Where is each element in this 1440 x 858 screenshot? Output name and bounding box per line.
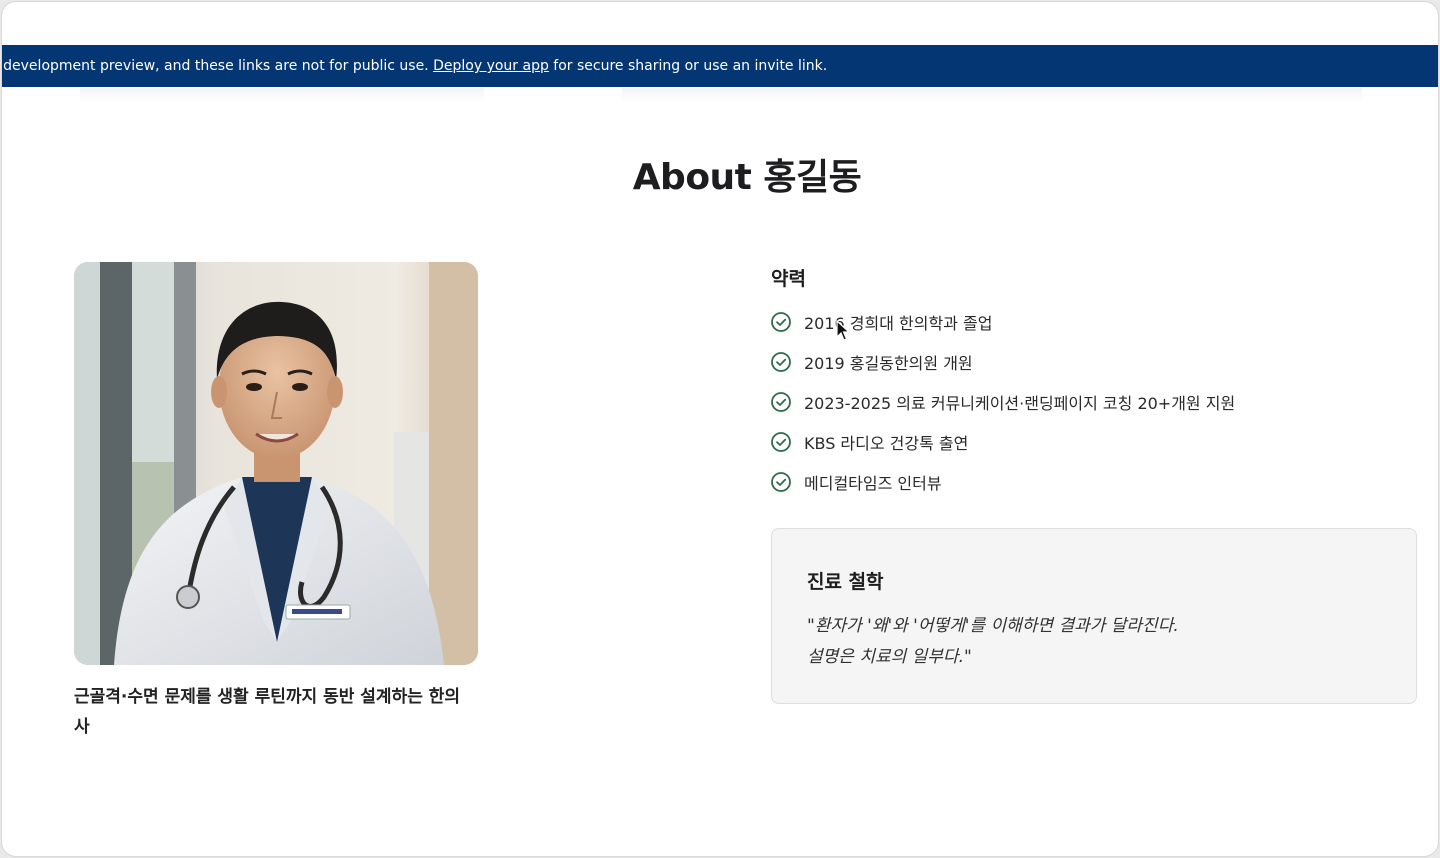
philosophy-quote-line: "환자가 '왜'와 '어떻게'를 이해하면 결과가 달라진다.	[807, 616, 1179, 636]
career-item-text: 2016 경희대 한의학과 졸업	[804, 314, 993, 333]
check-circle-icon	[770, 351, 792, 373]
header-shadow-right	[622, 88, 1362, 102]
philosophy-card: 진료 철학 "환자가 '왜'와 '어떻게'를 이해하면 결과가 달라진다. 설명…	[771, 528, 1417, 704]
career-item-text: 2023-2025 의료 커뮤니케이션·랜딩페이지 코칭 20+개원 지원	[804, 394, 1236, 413]
philosophy-title: 진료 철학	[807, 571, 884, 593]
browser-viewport: nporary development preview, and these l…	[2, 2, 1438, 856]
banner-text-after: for secure sharing or use an invite link…	[548, 58, 828, 74]
mouse-cursor-icon	[836, 319, 851, 342]
career-item: 2023-2025 의료 커뮤니케이션·랜딩페이지 코칭 20+개원 지원	[770, 382, 1235, 422]
career-item: 2019 홍길동한의원 개원	[770, 342, 1235, 382]
doctor-photo	[74, 262, 478, 665]
career-item: KBS 라디오 건강톡 출연	[770, 422, 1235, 462]
check-circle-icon	[770, 471, 792, 493]
philosophy-quote: "환자가 '왜'와 '어떻게'를 이해하면 결과가 달라진다. 설명은 치료의 …	[807, 611, 1397, 673]
doctor-caption: 근골격·수면 문제를 생활 루틴까지 동반 설계하는 한의사	[74, 687, 461, 737]
about-title: About 홍길동	[632, 157, 862, 198]
career-item-text: 메디컬타임즈 인터뷰	[804, 474, 942, 493]
check-circle-icon	[770, 311, 792, 333]
banner-text-before: nporary development preview, and these l…	[2, 58, 429, 74]
check-circle-icon	[770, 431, 792, 453]
career-item: 메디컬타임즈 인터뷰	[770, 462, 1235, 502]
philosophy-quote-line: 설명은 치료의 일부다."	[807, 647, 972, 667]
check-circle-icon	[770, 391, 792, 413]
career-title: 약력	[771, 268, 806, 290]
header-shadow-left	[80, 88, 484, 102]
career-item-text: 2019 홍길동한의원 개원	[804, 354, 973, 373]
career-item-text: KBS 라디오 건강톡 출연	[804, 434, 969, 453]
preview-banner: nporary development preview, and these l…	[2, 45, 1438, 87]
deploy-app-link[interactable]: Deploy your app	[433, 58, 549, 74]
